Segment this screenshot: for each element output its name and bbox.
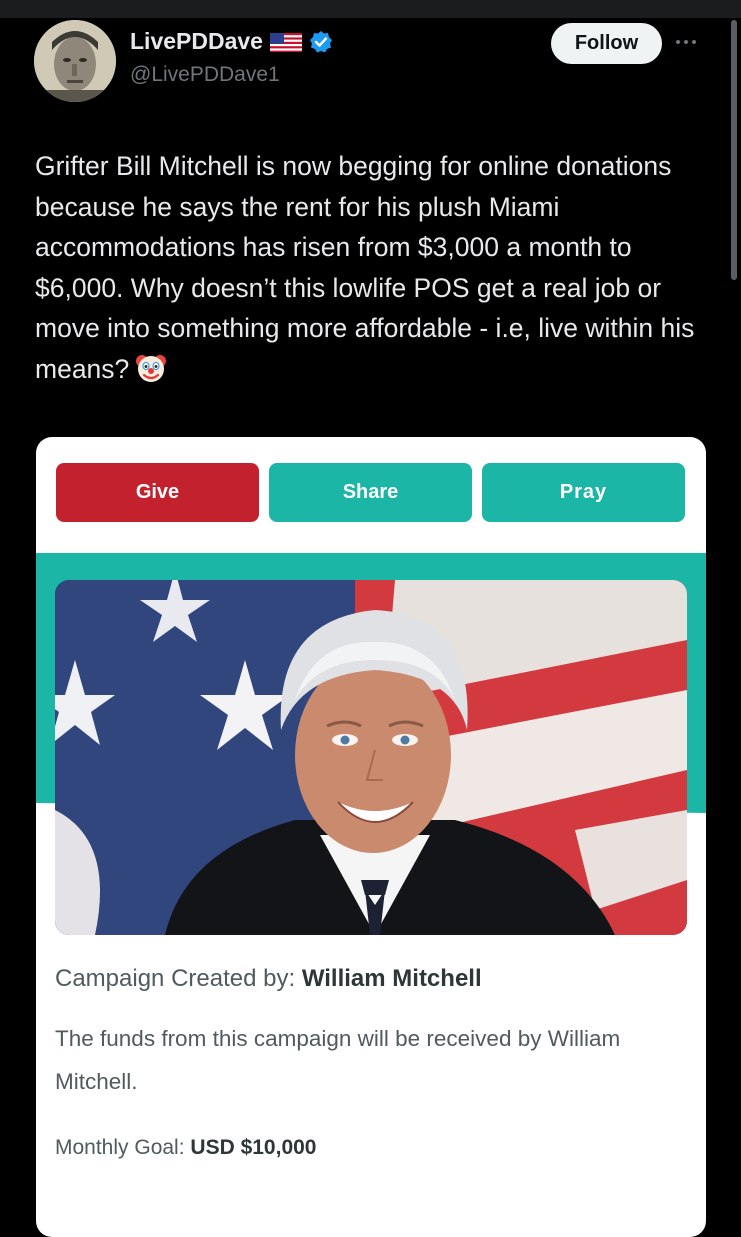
monthly-goal: Monthly Goal: USD $10,000 — [55, 1136, 317, 1160]
share-button[interactable]: Share — [269, 463, 472, 522]
campaign-creator: Campaign Created by: William Mitchell — [55, 965, 482, 993]
goal-value: USD $10,000 — [190, 1136, 317, 1159]
post-text: Grifter Bill Mitchell is now begging for… — [35, 146, 715, 389]
scrollbar[interactable] — [731, 20, 737, 280]
funds-note: The funds from this campaign will be rec… — [55, 1026, 621, 1094]
handle[interactable]: @LivePDDave1 — [130, 63, 280, 87]
follow-button[interactable]: Follow — [551, 23, 662, 64]
more-options-icon[interactable] — [676, 30, 706, 54]
us-flag-icon — [269, 32, 302, 52]
post-author[interactable]: LivePDDave — [130, 28, 333, 55]
campaign-card[interactable]: Give Share Pray Campaign Created by: Wil… — [36, 437, 706, 1237]
creator-name: William Mitchell — [301, 965, 482, 992]
creator-label: Campaign Created by: — [55, 965, 296, 992]
status-strip — [0, 0, 741, 18]
verified-badge-icon — [309, 30, 333, 54]
campaign-photo — [55, 580, 687, 935]
display-name[interactable]: LivePDDave — [130, 28, 263, 55]
clown-face-icon — [135, 352, 167, 384]
goal-label: Monthly Goal: — [55, 1136, 185, 1159]
avatar[interactable] — [34, 20, 116, 102]
pray-button[interactable]: Pray — [482, 463, 685, 522]
post-body: Grifter Bill Mitchell is now begging for… — [35, 151, 695, 384]
give-button[interactable]: Give — [56, 463, 259, 522]
